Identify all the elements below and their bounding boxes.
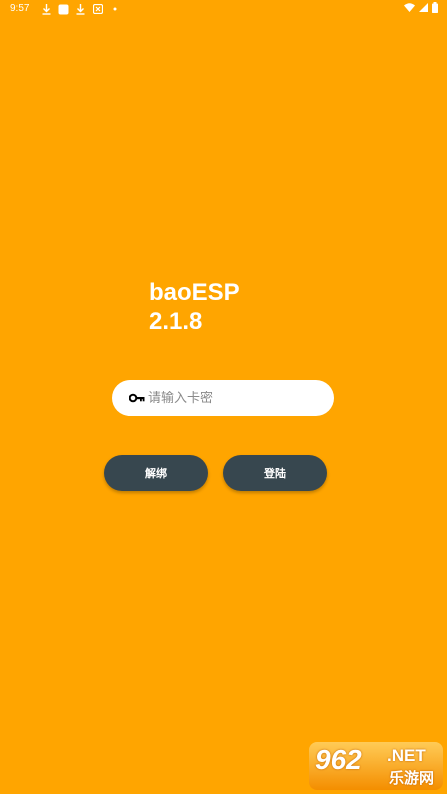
- status-time: 9:57: [10, 3, 30, 14]
- code-input-field[interactable]: [112, 380, 334, 416]
- download-icon: [41, 3, 52, 15]
- dot-icon: [109, 4, 120, 15]
- app-name: baoESP: [149, 279, 240, 306]
- watermark-cn-text: 乐游网: [389, 769, 435, 787]
- login-button[interactable]: 登陆: [223, 455, 327, 491]
- download-icon: [75, 3, 86, 15]
- watermark-logo: 962 .NET 乐游网: [309, 742, 443, 790]
- code-input[interactable]: [148, 390, 318, 406]
- battery-icon: [432, 2, 438, 16]
- app-square-icon: [58, 4, 69, 15]
- watermark-suffix: .NET: [387, 746, 426, 765]
- system-icons: [404, 2, 438, 16]
- app-version: 2.1.8: [149, 308, 203, 335]
- key-icon: [129, 393, 145, 403]
- app-title: baoESP 2.1.8: [149, 278, 240, 336]
- watermark-number: 962: [315, 744, 362, 775]
- notification-icons: [41, 3, 120, 15]
- signal-icon: [419, 3, 428, 15]
- close-box-icon: [92, 4, 103, 15]
- wifi-icon: [404, 3, 415, 15]
- unbind-button[interactable]: 解绑: [104, 455, 208, 491]
- status-bar: 9:57: [0, 0, 447, 18]
